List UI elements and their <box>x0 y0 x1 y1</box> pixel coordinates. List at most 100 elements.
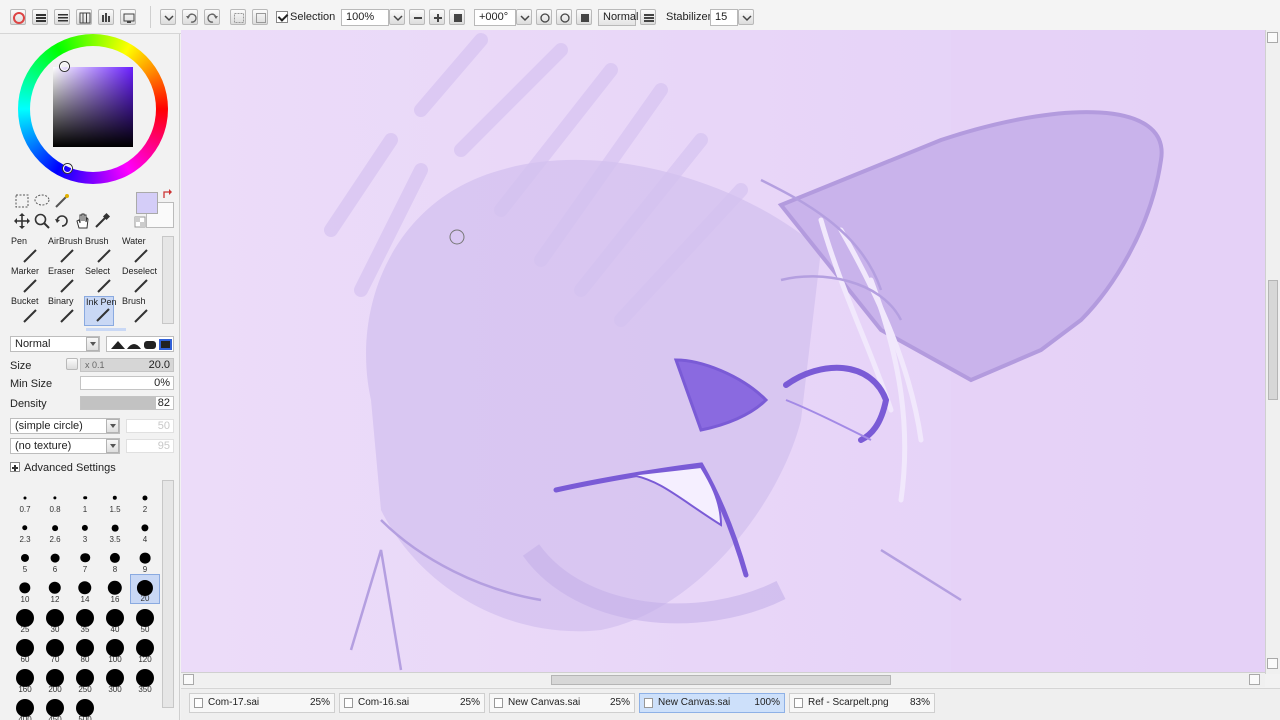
sv-picker-marker[interactable] <box>60 62 69 71</box>
rotate-right-button[interactable] <box>556 9 572 25</box>
brush-size-option[interactable]: 450 <box>40 694 70 720</box>
brush-tool-brush[interactable]: Brush <box>121 296 151 326</box>
brush-size-option[interactable]: 30 <box>40 604 70 634</box>
rgb-slider-toggle-button[interactable] <box>32 9 48 25</box>
canvas-horizontal-scrollbar[interactable] <box>181 672 1265 687</box>
brush-size-option[interactable]: 0.8 <box>40 484 70 514</box>
brush-size-option[interactable]: 50 <box>130 604 160 634</box>
scroll-left-arrow[interactable] <box>183 674 194 685</box>
chevron-down-icon[interactable] <box>106 419 119 433</box>
brush-size-option[interactable]: 160 <box>10 664 40 694</box>
brush-tool-brush[interactable]: Brush <box>84 236 114 266</box>
scroll-up-arrow[interactable] <box>1267 32 1278 43</box>
stabilizer-field[interactable]: 15 <box>710 9 738 26</box>
transparent-color-icon[interactable] <box>134 216 146 228</box>
stabilizer-dropdown-button[interactable] <box>738 9 754 25</box>
selection-visible-checkbox[interactable] <box>276 11 288 23</box>
brush-tool-pen[interactable]: Pen <box>10 236 40 266</box>
min-size-slider[interactable]: 0% <box>80 376 174 390</box>
brush-size-option[interactable]: 500 <box>70 694 100 720</box>
primary-color-swatch[interactable] <box>136 192 158 214</box>
density-slider[interactable]: 82 <box>80 396 174 410</box>
brush-size-option[interactable]: 8 <box>100 544 130 574</box>
horizontal-scroll-thumb[interactable] <box>551 675 891 685</box>
brush-size-option[interactable]: 100 <box>100 634 130 664</box>
scroll-right-arrow[interactable] <box>1249 674 1260 685</box>
rotation-reset-button[interactable] <box>576 9 592 25</box>
zoom-dropdown-button[interactable] <box>389 9 405 25</box>
brush-size-option[interactable]: 2 <box>130 484 160 514</box>
brush-tool-select[interactable]: Select <box>84 266 114 296</box>
brush-size-option[interactable]: 20 <box>130 574 160 604</box>
size-lock-button[interactable] <box>66 358 78 370</box>
shape-strength-slider[interactable]: 50 <box>126 419 174 433</box>
move-icon[interactable] <box>13 212 31 230</box>
redo-button[interactable] <box>204 9 220 25</box>
magic-wand-icon[interactable] <box>53 192 71 210</box>
brush-size-option[interactable]: 16 <box>100 574 130 604</box>
brush-size-option[interactable]: 10 <box>10 574 40 604</box>
brush-size-option[interactable]: 14 <box>70 574 100 604</box>
swatches-toggle-button[interactable] <box>76 9 92 25</box>
brush-size-option[interactable]: 250 <box>70 664 100 694</box>
flip-canvas-button[interactable] <box>640 9 656 25</box>
brush-size-option[interactable]: 1.5 <box>100 484 130 514</box>
brush-size-option[interactable]: 5 <box>10 544 40 574</box>
brush-size-option[interactable]: 4 <box>130 514 160 544</box>
panel-menu-button[interactable] <box>160 9 176 25</box>
zoom-out-button[interactable] <box>409 9 425 25</box>
brush-size-option[interactable]: 2.6 <box>40 514 70 544</box>
rect-select-icon[interactable] <box>13 192 31 210</box>
chevron-down-icon[interactable] <box>86 337 99 351</box>
brush-size-option[interactable]: 0.7 <box>10 484 40 514</box>
saturation-value-square[interactable] <box>53 67 133 147</box>
brush-size-option[interactable]: 120 <box>130 634 160 664</box>
rotation-field[interactable]: +000° <box>474 9 516 26</box>
vertical-scroll-thumb[interactable] <box>1268 280 1278 400</box>
navigator-toggle-button[interactable] <box>120 9 136 25</box>
brush-texture-select[interactable]: (no texture) <box>10 438 120 454</box>
zoom-icon[interactable] <box>33 212 51 230</box>
texture-strength-slider[interactable]: 95 <box>126 439 174 453</box>
brush-tool-water[interactable]: Water <box>121 236 151 266</box>
undo-button[interactable] <box>182 9 198 25</box>
drawing-canvas[interactable] <box>181 30 1265 674</box>
zoom-in-button[interactable] <box>429 9 445 25</box>
brush-edge-selector[interactable] <box>106 336 174 352</box>
rotate-icon[interactable] <box>53 212 71 230</box>
brush-tool-binary[interactable]: Binary <box>47 296 77 326</box>
brush-size-option[interactable]: 3.5 <box>100 514 130 544</box>
brush-size-option[interactable]: 350 <box>130 664 160 694</box>
brush-grid-scrollbar[interactable] <box>162 236 174 324</box>
brush-size-option[interactable]: 300 <box>100 664 130 694</box>
document-tab[interactable]: Com-16.sai 25% <box>339 693 485 713</box>
deselect-button[interactable] <box>230 9 246 25</box>
brush-size-option[interactable]: 2.3 <box>10 514 40 544</box>
zoom-field[interactable]: 100% <box>341 9 389 26</box>
lasso-icon[interactable] <box>33 192 51 210</box>
brush-size-option[interactable]: 12 <box>40 574 70 604</box>
document-tab[interactable]: Ref - Scarpelt.png 83% <box>789 693 935 713</box>
document-tab[interactable]: Com-17.sai 25% <box>189 693 335 713</box>
brush-size-option[interactable]: 400 <box>10 694 40 720</box>
brush-tool-deselect[interactable]: Deselect <box>121 266 157 296</box>
brush-tool-ink-pen[interactable]: Ink Pen <box>84 296 117 326</box>
hand-icon[interactable] <box>73 212 91 230</box>
hsv-slider-toggle-button[interactable] <box>54 9 70 25</box>
invert-selection-button[interactable] <box>252 9 268 25</box>
brush-tool-marker[interactable]: Marker <box>10 266 40 296</box>
rotation-dropdown-button[interactable] <box>516 9 532 25</box>
brush-size-option[interactable]: 6 <box>40 544 70 574</box>
color-wheel-toggle-button[interactable] <box>10 9 26 25</box>
brush-shape-select[interactable]: (simple circle) <box>10 418 120 434</box>
blend-mode-select[interactable]: Normal <box>598 9 638 26</box>
document-tab[interactable]: New Canvas.sai 25% <box>489 693 635 713</box>
brush-tool-bucket[interactable]: Bucket <box>10 296 40 326</box>
rotate-left-button[interactable] <box>536 9 552 25</box>
brush-size-option[interactable]: 25 <box>10 604 40 634</box>
brush-size-option[interactable]: 1 <box>70 484 100 514</box>
eyedropper-icon[interactable] <box>93 212 111 230</box>
brush-tool-eraser[interactable]: Eraser <box>47 266 77 296</box>
zoom-reset-button[interactable] <box>449 9 465 25</box>
advanced-settings-label[interactable]: Advanced Settings <box>24 462 116 474</box>
